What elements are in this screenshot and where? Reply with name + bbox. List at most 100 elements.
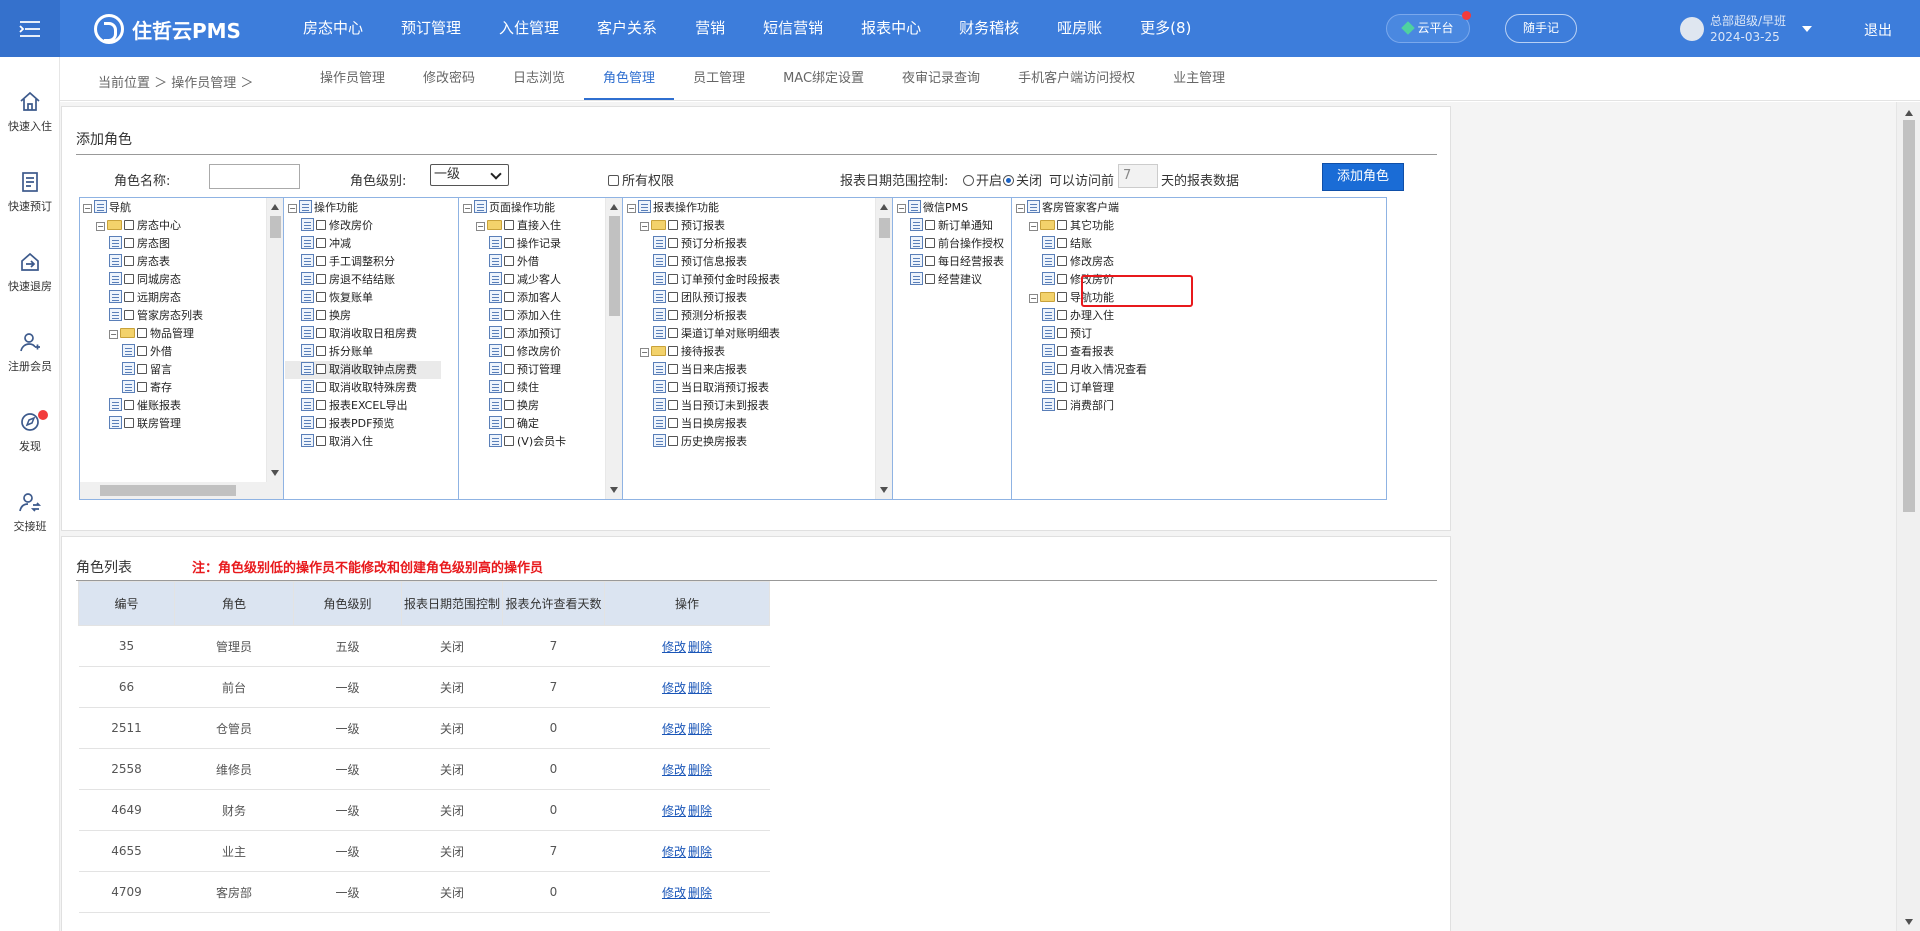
permission-checkbox[interactable] (137, 328, 147, 338)
edit-link[interactable]: 修改 (662, 886, 686, 900)
tree-node[interactable]: − 房态中心 (96, 217, 181, 235)
nav-item[interactable]: 哑房账 (1038, 0, 1121, 57)
permission-checkbox[interactable] (316, 292, 326, 302)
tree-node[interactable]: − 报表操作功能 (627, 199, 719, 217)
tree-node[interactable]: 办理入住 (1042, 307, 1114, 325)
tree-node[interactable]: 留言 (122, 361, 172, 379)
permission-checkbox[interactable] (504, 256, 514, 266)
permission-checkbox[interactable] (504, 436, 514, 446)
allowed-days-input[interactable]: 7 (1118, 164, 1158, 188)
scroll-thumb[interactable] (609, 216, 620, 316)
permission-checkbox[interactable] (1057, 238, 1067, 248)
tree-node[interactable]: 冲减 (301, 235, 351, 253)
permission-checkbox[interactable] (504, 310, 514, 320)
tree-node[interactable]: 取消入住 (301, 433, 373, 451)
tree-node[interactable]: 查看报表 (1042, 343, 1114, 361)
tree-node[interactable]: 报表EXCEL导出 (301, 397, 407, 415)
tab-item[interactable]: 日志浏览 (494, 57, 584, 100)
permission-checkbox[interactable] (1057, 346, 1067, 356)
tree-node[interactable]: 订单预付金时段报表 (653, 271, 780, 289)
permission-checkbox[interactable] (668, 310, 678, 320)
tree-node[interactable]: 历史换房报表 (653, 433, 747, 451)
sidebar-item[interactable]: 交接班 (0, 490, 60, 534)
collapse-icon[interactable]: − (1016, 204, 1025, 213)
tree-node[interactable]: 当日取消预订报表 (653, 379, 769, 397)
tree-node[interactable]: 经营建议 (910, 271, 982, 289)
tree-node[interactable]: (V)会员卡 (489, 433, 566, 451)
permission-checkbox[interactable] (504, 292, 514, 302)
tree-node[interactable]: − 预订报表 (640, 217, 725, 235)
tree-node[interactable]: 渠道订单对账明细表 (653, 325, 780, 343)
scroll-down-icon[interactable] (880, 487, 888, 493)
nav-item[interactable]: 预订管理 (382, 0, 480, 57)
permission-checkbox[interactable] (668, 418, 678, 428)
nav-item[interactable]: 房态中心 (284, 0, 382, 57)
delete-link[interactable]: 删除 (688, 845, 712, 859)
collapse-icon[interactable]: − (640, 222, 649, 231)
nav-item[interactable]: 客户关系 (578, 0, 676, 57)
sidebar-item[interactable]: 快速预订 (0, 170, 60, 214)
tree-node[interactable]: − 其它功能 (1029, 217, 1114, 235)
tree-node[interactable]: 每日经营报表 (910, 253, 1004, 271)
scroll-thumb[interactable] (879, 218, 890, 238)
permission-checkbox[interactable] (504, 418, 514, 428)
sidebar-item[interactable]: 快速入住 (0, 90, 60, 134)
tree-node[interactable]: 添加客人 (489, 289, 561, 307)
scroll-thumb[interactable] (270, 216, 281, 238)
collapse-icon[interactable]: − (1029, 222, 1038, 231)
scroll-down-icon[interactable] (271, 470, 279, 476)
permission-checkbox[interactable] (124, 400, 134, 410)
cloud-platform-button[interactable]: 云平台 (1386, 11, 1471, 43)
tree-node[interactable]: 预测分析报表 (653, 307, 747, 325)
permission-checkbox[interactable] (137, 346, 147, 356)
permission-checkbox[interactable] (316, 364, 326, 374)
scroll-up-icon[interactable] (1905, 110, 1913, 116)
tree-node[interactable]: − 客房管家客户端 (1016, 199, 1119, 217)
role-level-select[interactable]: 一级 (430, 164, 509, 186)
tree-node[interactable]: 预订信息报表 (653, 253, 747, 271)
tree-node[interactable]: 房态表 (109, 253, 170, 271)
permission-checkbox[interactable] (1057, 292, 1067, 302)
collapse-icon[interactable]: − (476, 222, 485, 231)
tree-node[interactable]: 添加预订 (489, 325, 561, 343)
tree-node[interactable]: 预订 (1042, 325, 1092, 343)
sidebar-item[interactable]: 快速退房 (0, 250, 60, 294)
tree-node[interactable]: 恢复账单 (301, 289, 373, 307)
tab-item[interactable]: 手机客户端访问授权 (999, 57, 1154, 100)
date-control-on-radio[interactable] (963, 175, 974, 186)
tree-node[interactable]: 团队预订报表 (653, 289, 747, 307)
permission-checkbox[interactable] (1057, 220, 1067, 230)
tree-node[interactable]: − 微信PMS (897, 199, 968, 217)
permission-checkbox[interactable] (504, 400, 514, 410)
permission-checkbox[interactable] (668, 346, 678, 356)
nav-item[interactable]: 报表中心 (842, 0, 940, 57)
permission-checkbox[interactable] (504, 382, 514, 392)
permission-checkbox[interactable] (668, 382, 678, 392)
chevron-down-icon[interactable] (1802, 26, 1813, 32)
collapse-icon[interactable]: − (288, 204, 297, 213)
permission-checkbox[interactable] (316, 436, 326, 446)
tree-node[interactable]: 管家房态列表 (109, 307, 203, 325)
tab-item[interactable]: 操作员管理 (301, 57, 404, 100)
tree-node[interactable]: 预订管理 (489, 361, 561, 379)
tree-node[interactable]: 换房 (489, 397, 539, 415)
date-control-off-radio[interactable] (1003, 175, 1014, 186)
tree-node[interactable]: 续住 (489, 379, 539, 397)
permission-checkbox[interactable] (124, 418, 134, 428)
tab-item[interactable]: 角色管理 (584, 57, 675, 100)
tree-node[interactable]: 前台操作授权 (910, 235, 1004, 253)
tree-node[interactable]: − 导航 (83, 199, 131, 217)
permission-checkbox[interactable] (504, 328, 514, 338)
permission-checkbox[interactable] (316, 400, 326, 410)
tree-node[interactable]: − 直接入住 (476, 217, 561, 235)
collapse-icon[interactable]: − (463, 204, 472, 213)
permission-checkbox[interactable] (316, 382, 326, 392)
permission-checkbox[interactable] (1057, 256, 1067, 266)
role-name-input[interactable] (209, 164, 300, 189)
permission-checkbox[interactable] (668, 328, 678, 338)
permission-checkbox[interactable] (1057, 364, 1067, 374)
date-control-on-option[interactable]: 开启 (963, 170, 1002, 189)
tab-item[interactable]: 业主管理 (1154, 57, 1244, 100)
scroll-up-icon[interactable] (880, 204, 888, 210)
permission-checkbox[interactable] (137, 382, 147, 392)
